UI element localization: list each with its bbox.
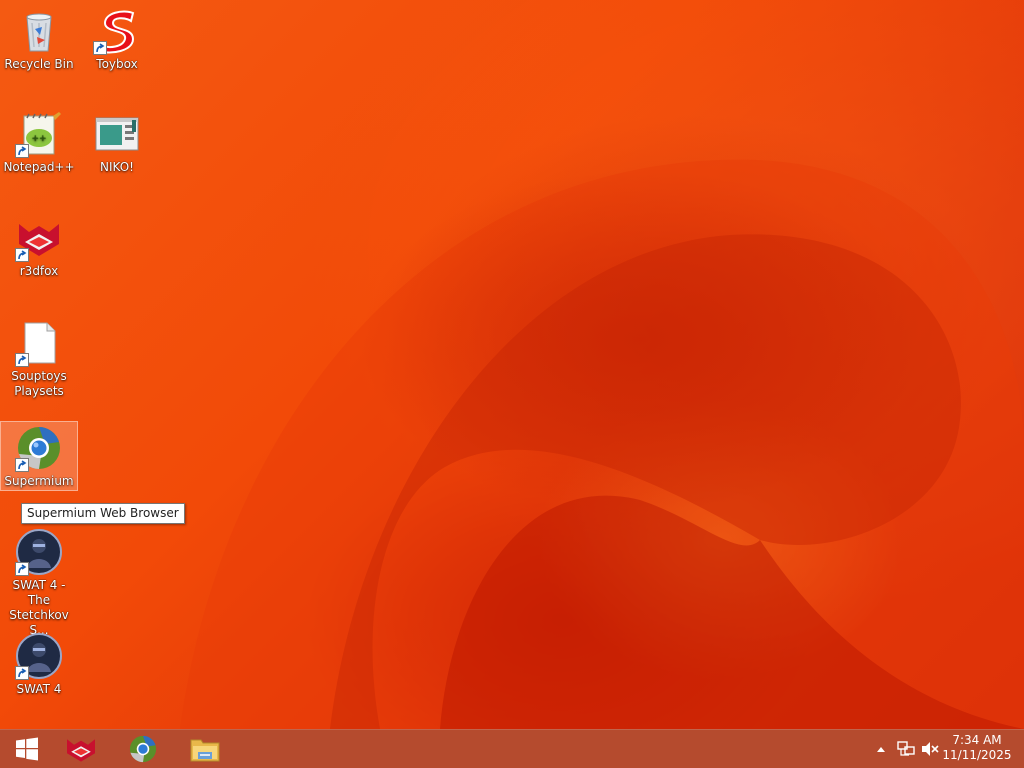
desktop-icon-recycle-bin[interactable]: Recycle Bin: [1, 5, 77, 72]
show-hidden-icons-button[interactable]: [872, 729, 890, 768]
r3dfox-icon: [67, 738, 95, 762]
desktop-icon-toybox[interactable]: Toybox: [79, 5, 155, 72]
toybox-icon: [93, 7, 141, 55]
taskbar-clock[interactable]: 7:34 AM 11/11/2025: [942, 733, 1012, 763]
volume-muted-icon: [922, 741, 939, 756]
desktop-icon-label: SWAT 4: [16, 682, 62, 696]
network-icon: [897, 740, 915, 756]
desktop-icon-label: Toybox: [96, 57, 138, 71]
r3dfox-icon: [15, 214, 63, 262]
desktop-icon-label: Recycle Bin: [4, 57, 74, 71]
document-icon: [15, 319, 63, 367]
niko-icon: [93, 110, 141, 158]
windows-logo-icon: [16, 737, 38, 760]
chevron-up-icon: [877, 746, 885, 752]
shortcut-arrow-icon: [15, 562, 29, 576]
notepad-plus-plus-icon: ++: [15, 110, 63, 158]
desktop-icon-label: SWAT 4 - The Stetchkov S...: [9, 578, 69, 637]
supermium-icon: [15, 424, 63, 472]
taskbar-item-r3dfox[interactable]: [54, 729, 108, 768]
shortcut-arrow-icon: [15, 666, 29, 680]
desktop-icon-label: r3dfox: [19, 264, 59, 278]
recycle-bin-icon: [15, 7, 63, 55]
desktop-icon-notepad-plus-plus[interactable]: ++ Notepad++: [1, 108, 77, 175]
shortcut-arrow-icon: [15, 353, 29, 367]
start-button[interactable]: [0, 729, 54, 768]
swat4-icon: [15, 632, 63, 680]
taskbar: 7:34 AM 11/11/2025: [0, 729, 1024, 768]
taskbar-item-supermium[interactable]: [116, 729, 170, 768]
desktop-icon-souptoys-playsets[interactable]: Souptoys Playsets: [1, 317, 77, 399]
desktop-icon-label: Notepad++: [3, 160, 75, 174]
tooltip: Supermium Web Browser: [21, 503, 185, 524]
clock-date: 11/11/2025: [942, 748, 1012, 762]
desktop-icon-supermium[interactable]: Supermium: [0, 421, 78, 491]
svg-text:++: ++: [31, 134, 46, 144]
desktop-icon-niko[interactable]: NIKO!: [79, 108, 155, 175]
volume-tray-button[interactable]: [918, 729, 942, 768]
swat4-icon: [15, 528, 63, 576]
folder-icon: [190, 739, 220, 761]
desktop-icon-label: NIKO!: [100, 160, 134, 174]
shortcut-arrow-icon: [15, 458, 29, 472]
clock-time: 7:34 AM: [952, 733, 1002, 747]
desktop-icon-label: Supermium: [4, 474, 74, 488]
desktop-background[interactable]: Recycle Bin ++ Notepad++ r3dfox Souptoys…: [0, 0, 1024, 729]
taskbar-item-file-explorer[interactable]: [178, 729, 232, 768]
desktop-icon-r3dfox[interactable]: r3dfox: [1, 212, 77, 279]
desktop-icon-label: Souptoys Playsets: [11, 369, 67, 398]
shortcut-arrow-icon: [15, 248, 29, 262]
desktop-icon-swat4[interactable]: SWAT 4: [1, 630, 77, 697]
shortcut-arrow-icon: [93, 41, 107, 55]
network-tray-button[interactable]: [894, 729, 918, 768]
shortcut-arrow-icon: [15, 144, 29, 158]
supermium-icon: [129, 735, 157, 762]
desktop-icon-swat4-stetchkov[interactable]: SWAT 4 - The Stetchkov S...: [1, 526, 77, 638]
